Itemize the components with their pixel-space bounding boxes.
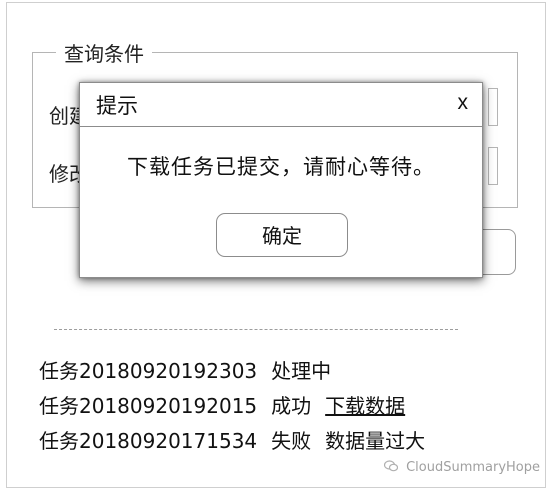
modified-date-input[interactable] — [488, 147, 498, 185]
task-row: 任务20180920192015 成功 下载数据 — [39, 390, 419, 419]
watermark: CloudSummaryHope — [383, 460, 540, 475]
wechat-icon — [383, 460, 402, 475]
query-legend: 查询条件 — [56, 38, 152, 67]
download-data-link[interactable]: 下载数据 — [325, 394, 405, 418]
dialog-message: 下载任务已提交，请耐心等待。 — [127, 155, 435, 179]
confirm-button[interactable]: 确定 — [216, 213, 348, 257]
close-icon[interactable]: x — [458, 91, 469, 115]
task-status: 失败 — [271, 429, 312, 453]
notice-dialog: 提示 x 下载任务已提交，请耐心等待。 确定 — [79, 82, 483, 278]
created-date-input[interactable] — [488, 88, 498, 126]
task-name: 任务20180920171534 — [39, 429, 258, 453]
dialog-header: 提示 x — [80, 83, 482, 127]
watermark-text: CloudSummaryHope — [406, 460, 540, 475]
task-name: 任务20180920192015 — [39, 394, 258, 418]
task-row: 任务20180920171534 失败 数据量过大 — [39, 425, 439, 454]
task-name: 任务20180920192303 — [39, 359, 258, 383]
task-row: 任务20180920192303 处理中 — [39, 355, 345, 384]
task-status: 处理中 — [271, 359, 332, 383]
dashed-divider — [54, 329, 458, 330]
task-error-message: 数据量过大 — [325, 429, 426, 453]
task-status: 成功 — [271, 394, 312, 418]
dialog-title: 提示 — [96, 94, 138, 118]
